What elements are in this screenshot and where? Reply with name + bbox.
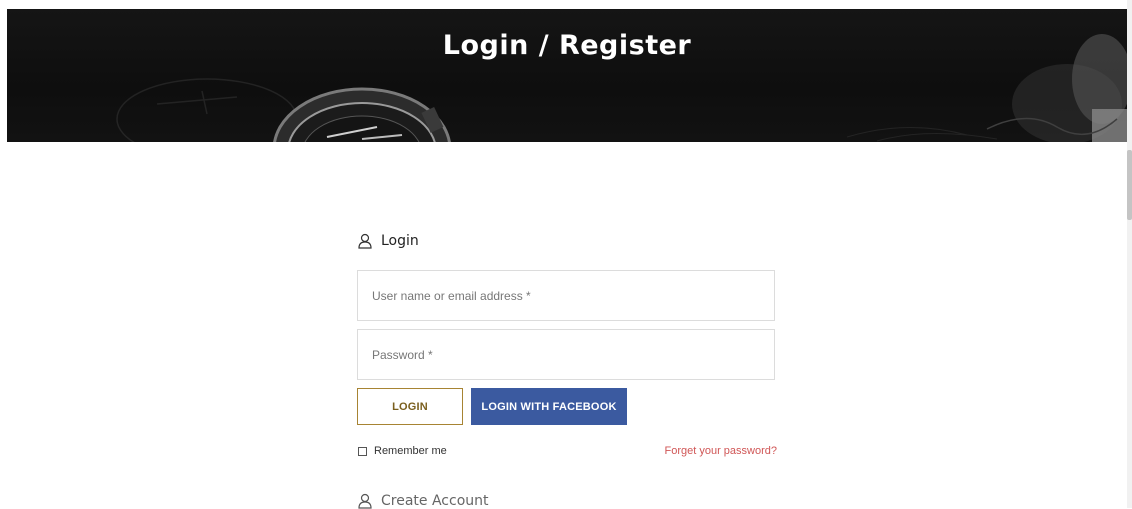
user-icon: [358, 493, 372, 509]
username-input[interactable]: [358, 271, 774, 320]
remember-me[interactable]: Remember me: [358, 445, 447, 457]
user-icon: [358, 233, 372, 249]
login-button[interactable]: LOGIN: [357, 388, 463, 425]
remember-me-checkbox[interactable]: [358, 446, 367, 456]
remember-me-label: Remember me: [374, 445, 447, 457]
page-banner: Login / Register: [7, 9, 1127, 142]
page-title: Login / Register: [442, 30, 692, 61]
banner-background-art: [116, 34, 1127, 142]
username-field[interactable]: [357, 270, 775, 321]
login-heading: Login: [357, 233, 419, 249]
scrollbar-thumb[interactable]: [1127, 150, 1132, 220]
create-account-heading: Create Account: [357, 493, 489, 509]
login-with-facebook-button[interactable]: LOGIN WITH FACEBOOK: [471, 388, 627, 425]
page-scrollbar[interactable]: [1127, 0, 1132, 508]
password-input[interactable]: [358, 330, 774, 379]
create-account-label: Create Account: [381, 493, 489, 509]
login-heading-label: Login: [381, 233, 419, 249]
password-field[interactable]: [357, 329, 775, 380]
forgot-password-link[interactable]: Forget your password?: [665, 445, 778, 457]
